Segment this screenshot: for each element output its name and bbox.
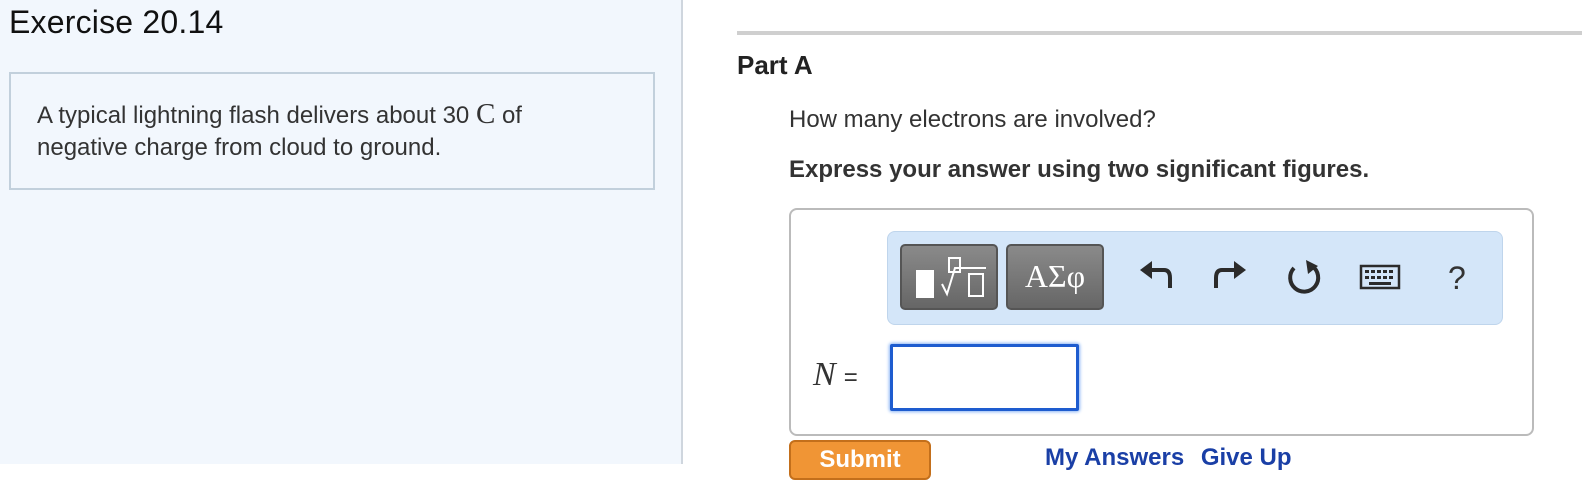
math-toolbar: ΑΣφ ? (887, 231, 1503, 325)
templates-button[interactable] (900, 244, 998, 310)
redo-icon[interactable] (1210, 256, 1250, 300)
instruction-text: Express your answer using two significan… (789, 156, 1370, 183)
my-answers-link[interactable]: My Answers (1045, 444, 1184, 471)
problem-pane: Exercise 20.14 A typical lightning flash… (0, 0, 683, 464)
help-icon[interactable]: ? (1448, 258, 1466, 298)
exercise-title: Exercise 20.14 (9, 4, 224, 40)
answer-pane: Part A How many electrons are involved? … (683, 0, 1582, 480)
undo-icon[interactable] (1136, 256, 1176, 300)
greek-symbols-label: ΑΣφ (1024, 258, 1086, 294)
answer-links: My Answers Give Up (1045, 444, 1302, 472)
keyboard-icon[interactable] (1358, 256, 1402, 300)
problem-statement-box: A typical lightning flash delivers about… (9, 72, 655, 190)
answer-label: N = (813, 356, 858, 394)
templates-icon (916, 257, 986, 298)
reset-icon[interactable] (1284, 256, 1324, 300)
equals-sign: = (843, 364, 858, 391)
submit-button[interactable]: Submit (789, 440, 931, 480)
question-text: How many electrons are involved? (789, 106, 1156, 133)
part-title: Part A (737, 50, 813, 80)
answer-input[interactable] (890, 344, 1079, 411)
charge-unit: C (475, 98, 496, 130)
divider (737, 31, 1582, 35)
problem-statement: A typical lightning flash delivers about… (37, 98, 617, 164)
greek-symbols-button[interactable]: ΑΣφ (1006, 244, 1104, 310)
answer-box: ΑΣφ ? N = (789, 208, 1534, 436)
problem-text-before: A typical lightning flash delivers about… (37, 102, 476, 129)
variable-name: N (813, 356, 836, 393)
give-up-link[interactable]: Give Up (1201, 444, 1292, 471)
